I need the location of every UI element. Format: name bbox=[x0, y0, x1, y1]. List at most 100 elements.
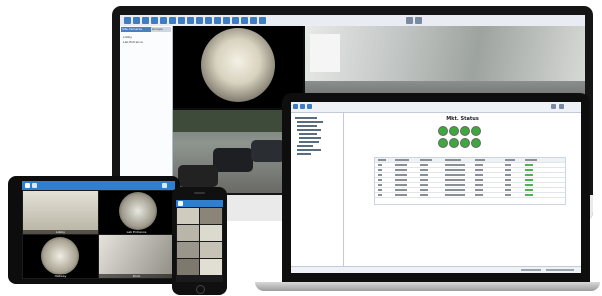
grid-icon[interactable] bbox=[142, 17, 149, 24]
video-tile[interactable] bbox=[177, 208, 199, 224]
table-row[interactable] bbox=[375, 193, 565, 198]
settings-icon[interactable] bbox=[162, 183, 167, 188]
grid-icon[interactable] bbox=[250, 17, 257, 24]
tree-item[interactable] bbox=[297, 129, 321, 131]
video-tile[interactable] bbox=[177, 242, 199, 258]
grid-icon[interactable] bbox=[241, 17, 248, 24]
status-pie-icon bbox=[460, 126, 470, 136]
laptop-toolbar bbox=[291, 102, 581, 113]
video-tile[interactable]: Lab Entrance bbox=[99, 191, 174, 234]
column-header bbox=[378, 159, 386, 161]
home-button[interactable] bbox=[196, 285, 205, 294]
settings-icon[interactable] bbox=[551, 104, 556, 109]
status-pie-icon bbox=[438, 138, 448, 148]
grid-icon[interactable] bbox=[214, 17, 221, 24]
tree-item[interactable] bbox=[297, 153, 311, 155]
grid-icon[interactable] bbox=[187, 17, 194, 24]
video-tile[interactable] bbox=[200, 242, 222, 258]
camera-icon[interactable] bbox=[293, 104, 298, 109]
status-text bbox=[546, 269, 574, 271]
grid-icon[interactable] bbox=[160, 17, 167, 24]
corridor-window bbox=[310, 34, 340, 72]
grid-icon[interactable] bbox=[259, 17, 266, 24]
video-caption: Lobby bbox=[23, 230, 98, 234]
grid-icon[interactable] bbox=[205, 17, 212, 24]
status-pie-icon bbox=[438, 126, 448, 136]
column-header bbox=[445, 159, 461, 161]
grid-icon[interactable] bbox=[223, 17, 230, 24]
menu-icon[interactable] bbox=[178, 201, 183, 206]
phone-screen bbox=[176, 200, 223, 282]
column-header bbox=[475, 159, 485, 161]
tree-item[interactable] bbox=[297, 145, 313, 147]
tablet-screen: Lobby Lab Entrance Hallway Dock bbox=[22, 181, 175, 279]
status-panel: Mkt. Status bbox=[344, 113, 581, 273]
phone-speaker bbox=[194, 192, 205, 194]
status-pie-icon bbox=[449, 126, 459, 136]
tab-groups[interactable]: Groups bbox=[151, 27, 171, 32]
sidebar-item-lobby[interactable]: Lobby bbox=[123, 35, 132, 39]
tree-item[interactable] bbox=[297, 121, 323, 123]
phone-toolbar bbox=[176, 200, 223, 207]
status-pie-icon bbox=[460, 138, 470, 148]
video-tile[interactable]: Hallway bbox=[23, 235, 98, 278]
settings-icon[interactable] bbox=[406, 17, 413, 24]
tablet-toolbar bbox=[22, 181, 175, 190]
parked-car bbox=[251, 140, 285, 162]
status-bar bbox=[291, 266, 581, 273]
laptop-screen: Mkt. Status bbox=[291, 102, 581, 273]
camera-icon[interactable] bbox=[32, 183, 37, 188]
video-tile[interactable] bbox=[200, 259, 222, 275]
tablet-device: Lobby Lab Entrance Hallway Dock bbox=[8, 176, 180, 284]
help-icon[interactable] bbox=[559, 104, 564, 109]
sidebar-item-lab-entrance[interactable]: Lab Entrance bbox=[123, 40, 143, 44]
column-header bbox=[395, 159, 409, 161]
grid-icon[interactable] bbox=[307, 104, 312, 109]
column-header bbox=[420, 159, 432, 161]
menu-icon[interactable] bbox=[25, 183, 30, 188]
status-text bbox=[521, 269, 541, 271]
fisheye-image bbox=[41, 237, 79, 275]
camera-sidebar: Site Cameras Groups Lobby Lab Entrance bbox=[120, 26, 173, 193]
laptop-device: Mkt. Status bbox=[282, 93, 590, 284]
grid-icon[interactable] bbox=[178, 17, 185, 24]
parked-car bbox=[213, 148, 253, 172]
grid-icon[interactable] bbox=[196, 17, 203, 24]
help-icon[interactable] bbox=[415, 17, 422, 24]
tree-item[interactable] bbox=[297, 125, 317, 127]
grid-icon[interactable] bbox=[133, 17, 140, 24]
fisheye-image bbox=[201, 28, 275, 102]
grid-icon[interactable] bbox=[151, 17, 158, 24]
video-tile[interactable]: Lobby bbox=[23, 191, 98, 234]
video-caption: Lab Entrance bbox=[99, 230, 174, 234]
tree-item[interactable] bbox=[299, 141, 319, 143]
fisheye-image bbox=[119, 192, 157, 230]
laptop-base bbox=[255, 282, 600, 291]
tree-item[interactable] bbox=[295, 117, 317, 119]
column-header bbox=[505, 159, 515, 161]
tree-item[interactable] bbox=[299, 133, 317, 135]
video-tile[interactable] bbox=[177, 225, 199, 241]
device-tree bbox=[291, 113, 344, 273]
video-tile[interactable] bbox=[200, 208, 222, 224]
status-table bbox=[374, 157, 566, 205]
tree-item[interactable] bbox=[299, 137, 321, 139]
tab-site-cameras[interactable]: Site Cameras bbox=[121, 27, 152, 32]
phone-device bbox=[172, 187, 227, 295]
grid-icon[interactable] bbox=[232, 17, 239, 24]
grid-icon[interactable] bbox=[300, 104, 305, 109]
tree-item[interactable] bbox=[297, 149, 321, 151]
grid-icon[interactable] bbox=[169, 17, 176, 24]
video-tile[interactable]: Dock bbox=[99, 235, 174, 278]
status-pie-icon bbox=[471, 126, 481, 136]
video-tile[interactable] bbox=[177, 259, 199, 275]
camera-icon[interactable] bbox=[124, 17, 131, 24]
page-title: Mkt. Status bbox=[446, 116, 479, 122]
status-pie-icon bbox=[449, 138, 459, 148]
video-tile[interactable] bbox=[200, 225, 222, 241]
status-pie-icon bbox=[471, 138, 481, 148]
parked-car bbox=[178, 165, 218, 187]
video-caption: Dock bbox=[99, 274, 174, 278]
column-header bbox=[525, 159, 537, 161]
video-caption: Hallway bbox=[23, 274, 98, 278]
